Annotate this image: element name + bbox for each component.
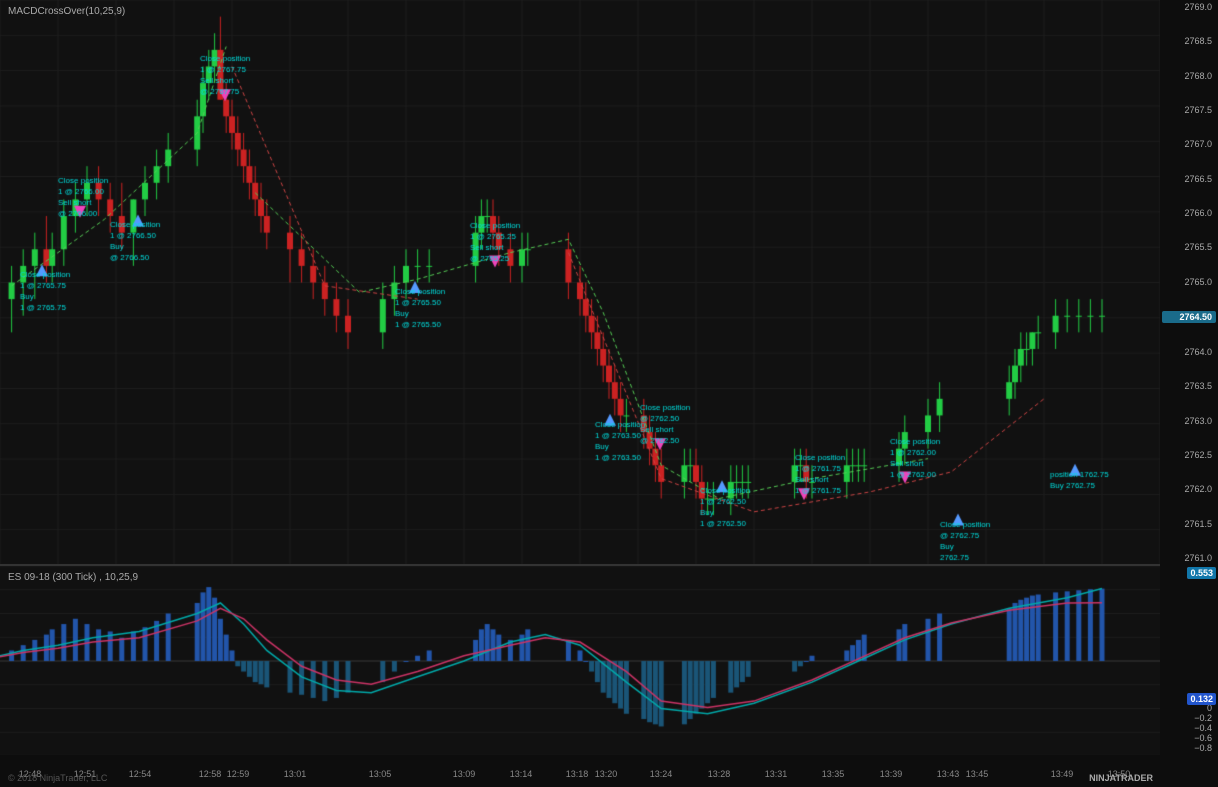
price-axis: 2769.0 2768.5 2768.0 2767.5 2767.0 2766.…: [1160, 0, 1218, 565]
main-chart: MACDCrossOver(10,25,9): [0, 0, 1160, 565]
current-price: 2764.50: [1162, 311, 1216, 323]
ninjatrader-logo: NINJATRADER: [1089, 773, 1153, 783]
macd-label: ES 09-18 (300 Tick) , 10,25,9: [8, 572, 138, 583]
macd-value-green: 0.553: [1187, 567, 1216, 579]
chart-title: MACDCrossOver(10,25,9): [8, 6, 125, 17]
macd-axis: 0.686 0.553 0.132 0.4 0 −0.2 −0.4 −0.6 −…: [1160, 565, 1218, 755]
macd-value-blue: 0.132: [1187, 693, 1216, 705]
macd-chart: ES 09-18 (300 Tick) , 10,25,9: [0, 565, 1160, 755]
time-axis: 12:48 12:51 12:54 12:58 12:59 13:01 13:0…: [0, 755, 1160, 787]
copyright: © 2018 NinjaTrader, LLC: [8, 773, 107, 783]
chart-container: MACDCrossOver(10,25,9) ES 09-18 (300 Tic…: [0, 0, 1218, 787]
